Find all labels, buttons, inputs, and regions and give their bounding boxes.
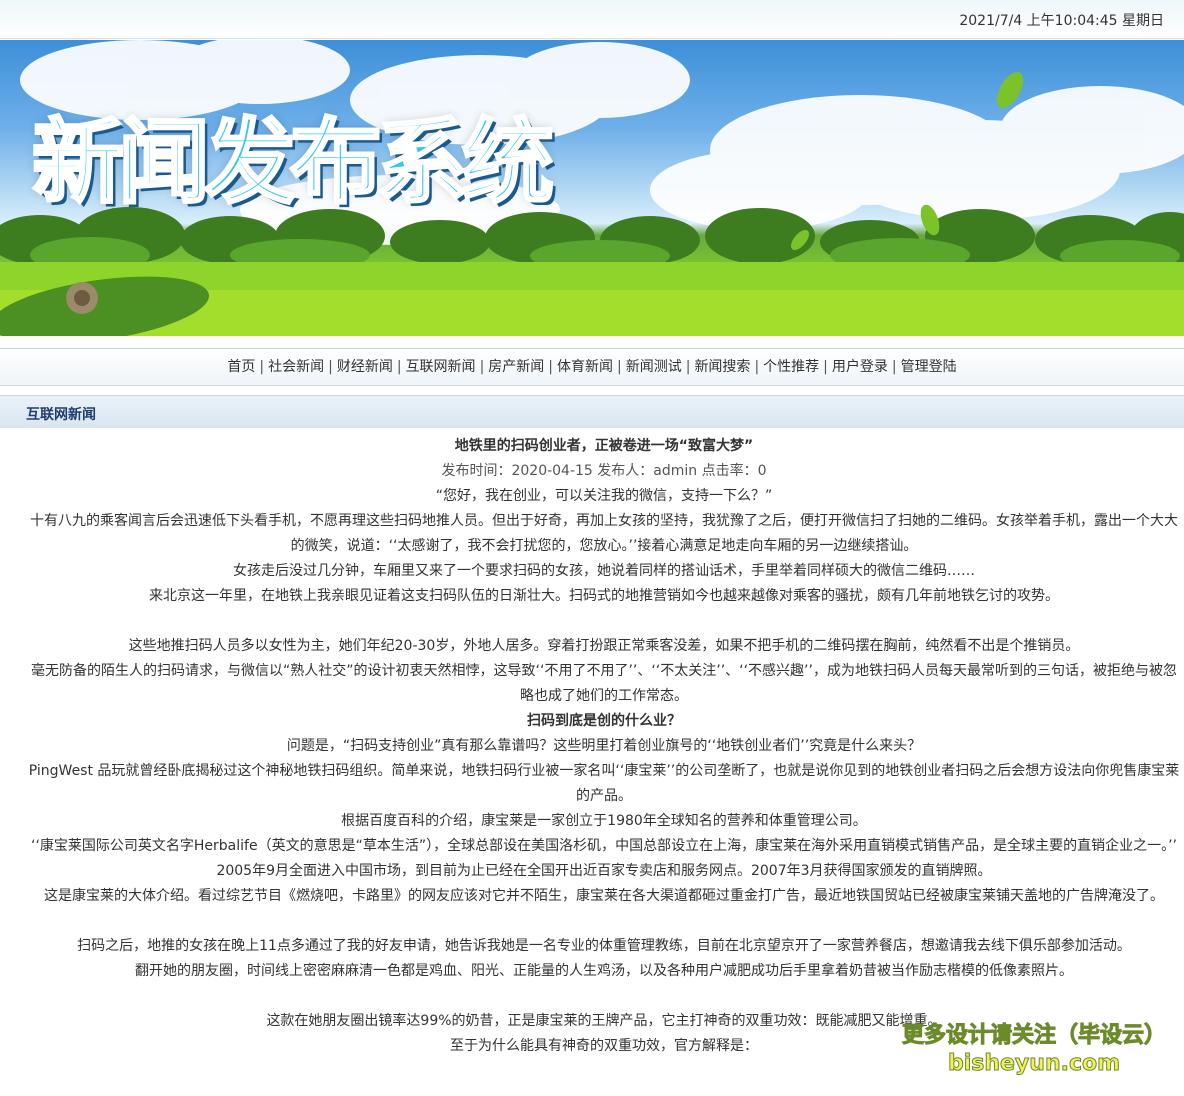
article-paragraph: PingWest 品玩就曾经卧底揭秘过这个神秘地铁扫码组织。简单来说，地铁扫码行… xyxy=(28,763,1180,804)
section-header: 互联网新闻 xyxy=(0,395,1184,428)
nav-sports-news[interactable]: 体育新闻 xyxy=(557,359,613,375)
article-paragraph: 2005年9月全面进入中国市场，到目前为止已经在全国开出近百家专卖店和服务网点。… xyxy=(216,863,992,879)
site-banner: 新闻发布系统 xyxy=(0,40,1184,336)
nav-separator: | xyxy=(479,359,485,375)
article-paragraph: 这些地推扫码人员多以女性为主，她们年纪20-30岁，外地人居多。穿着打扮跟正常乘… xyxy=(128,638,1080,654)
nav-realestate-news[interactable]: 房产新闻 xyxy=(488,359,544,375)
nav-separator: | xyxy=(396,359,402,375)
article-paragraph: 毫无防备的陌生人的扫码请求，与微信以“熟人社交”的设计初衷天然相悖，这导致‘‘不… xyxy=(31,663,1177,704)
nav-separator: | xyxy=(259,359,265,375)
article-paragraph: 根据百度百科的介绍，康宝莱是一家创立于1980年全球知名的营养和体重管理公司。 xyxy=(341,813,867,829)
nav-separator: | xyxy=(823,359,828,375)
nav-separator: | xyxy=(754,359,760,375)
datetime-display: 2021/7/4 上午10:04:45 星期日 xyxy=(959,13,1164,29)
nav-separator: | xyxy=(548,359,553,375)
article-title: 地铁里的扫码创业者，正被卷进一场“致富大梦” xyxy=(454,438,754,454)
article-paragraph: 来北京这一年里，在地铁上我亲眼见证着这支扫码队伍的日渐壮大。扫码式的地推营销如今… xyxy=(149,588,1059,604)
article-meta: 发布时间：2020-04-15 发布人：admin 点击率：0 xyxy=(441,463,767,479)
nav-separator: | xyxy=(328,359,333,375)
article-paragraph: 十有八九的乘客闻言后会迅速低下头看手机，不愿再理这些扫码地推人员。但出于好奇，再… xyxy=(30,513,1178,554)
nav-recommend[interactable]: 个性推荐 xyxy=(763,359,819,375)
article-paragraph: ‘‘康宝莱国际公司英文名字Herbalife（英文的意思是“草本生活”），全球总… xyxy=(31,838,1177,854)
article-paragraph: 扫码之后，地推的女孩在晚上11点多通过了我的好友申请，她告诉我她是一名专业的体重… xyxy=(77,938,1131,954)
nav-home[interactable]: 首页 xyxy=(227,359,255,375)
nav-separator: | xyxy=(685,359,691,375)
article-body: 地铁里的扫码创业者，正被卷进一场“致富大梦” 发布时间：2020-04-15 发… xyxy=(28,434,1180,1059)
nav-admin-login[interactable]: 管理登陆 xyxy=(901,359,957,375)
watermark-line2: bisheyun.com xyxy=(947,1051,1121,1077)
nav-internet-news[interactable]: 互联网新闻 xyxy=(406,359,476,375)
banner-title: 新闻发布系统 xyxy=(30,108,555,218)
top-bar: 2021/7/4 上午10:04:45 星期日 xyxy=(0,0,1184,39)
main-nav: 首页 | 社会新闻 | 财经新闻 | 互联网新闻 | 房产新闻 | 体育新闻 | 新闻测试 | 新闻搜索 | 个… xyxy=(0,348,1184,386)
article-paragraph: 这是康宝莱的大体介绍。看过综艺节目《燃烧吧，卡路里》的网友应该对它并不陌生，康宝… xyxy=(44,888,1164,904)
nav-finance-news[interactable]: 财经新闻 xyxy=(337,359,393,375)
article-paragraph: 女孩走后没过几分钟，车厢里又来了一个要求扫码的女孩，她说着同样的搭讪话术，手里举… xyxy=(233,563,975,579)
section-title: 互联网新闻 xyxy=(26,407,96,423)
nav-user-login[interactable]: 用户登录 xyxy=(832,359,888,375)
site-watermark: 更多设计请关注（毕设云） bisheyun.com xyxy=(901,1022,1167,1078)
watermark-line1: 更多设计请关注（毕设云） xyxy=(901,1023,1167,1049)
article-paragraph: “您好，我在创业，可以关注我的微信，支持一下么？” xyxy=(435,488,773,504)
nav-society-news[interactable]: 社会新闻 xyxy=(268,359,324,375)
article-paragraph: 问题是，“扫码支持创业”真有那么靠谱吗？这些明里打着创业旗号的‘‘地铁创业者们’… xyxy=(286,738,922,754)
article-subheading: 扫码到底是创的什么业？ xyxy=(527,713,681,729)
nav-separator: | xyxy=(891,359,897,375)
nav-separator: | xyxy=(617,359,622,375)
article-paragraph: 翻开她的朋友圈，时间线上密密麻麻清一色都是鸡血、阳光、正能量的人生鸡汤，以及各种… xyxy=(135,963,1073,979)
nav-news-test[interactable]: 新闻测试 xyxy=(626,359,682,375)
nav-news-search[interactable]: 新闻搜索 xyxy=(694,359,750,375)
